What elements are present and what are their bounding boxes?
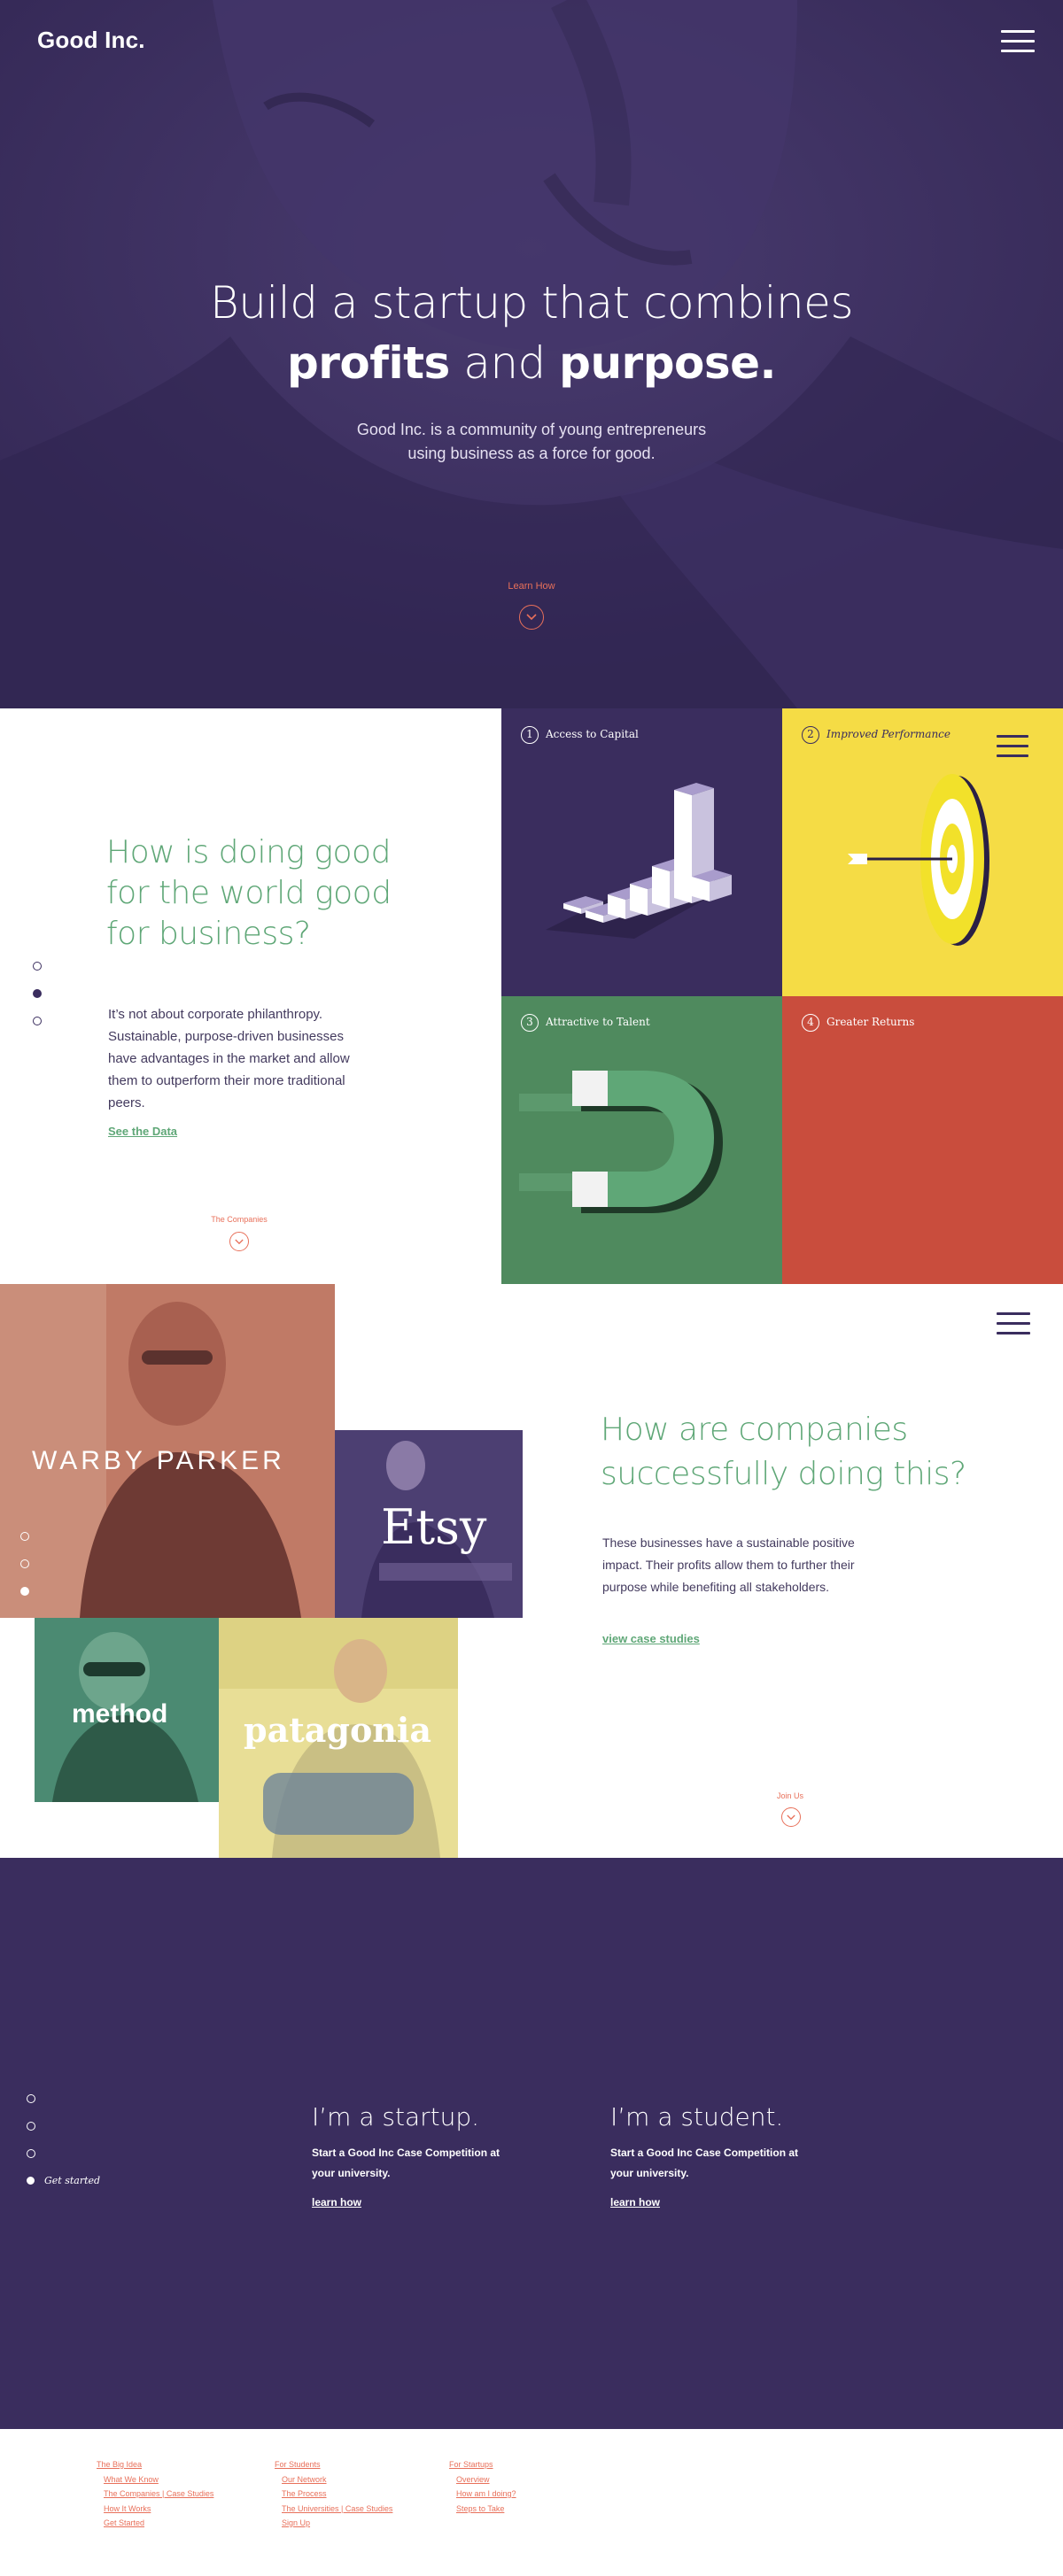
nav-dot-2[interactable] (27, 2122, 35, 2131)
hero-section: Good Inc. Build a startup that combines … (0, 0, 1063, 708)
brand-name-etsy: Etsy (381, 1499, 487, 1555)
nav-dot-1[interactable] (27, 2094, 35, 2103)
hero-subtitle-line1: Good Inc. is a community of young entrep… (356, 421, 707, 438)
startup-text: Start a Good Inc Case Competition at you… (312, 2147, 500, 2179)
logo[interactable]: Good Inc. (37, 27, 145, 54)
tile-greater-returns[interactable]: 4 Greater Returns (782, 996, 1063, 1284)
footer-link[interactable]: Overview (449, 2472, 516, 2487)
companies-title: How are companies successfully doing thi… (601, 1412, 966, 1492)
companies-body: These businesses have a sustainable posi… (602, 1536, 855, 1594)
nav-dot-1[interactable] (20, 1532, 29, 1541)
tile-title: Access to Capital (546, 728, 639, 740)
hero-title: Build a startup that combines profits an… (0, 273, 1063, 393)
hero-title-and: and (449, 337, 560, 389)
nav-dot-2[interactable] (20, 1559, 29, 1568)
tile-label: 1 Access to Capital (521, 726, 639, 744)
tile-label: 2 Improved Performance (802, 726, 950, 744)
see-the-data-link[interactable]: See the Data (108, 1125, 177, 1138)
tile-label: 3 Attractive to Talent (521, 1014, 650, 1032)
hero-title-line2: profits and purpose. (0, 333, 1063, 393)
tile-improved-performance[interactable]: 2 Improved Performance (782, 708, 1063, 996)
benefits-section: How is doing good for the world good for… (0, 708, 1063, 1284)
footer-col-startups: For Startups Overview How am I doing? St… (449, 2457, 516, 2516)
the-companies-label[interactable]: The Companies (195, 1215, 283, 1224)
footer-heading[interactable]: For Students (275, 2457, 392, 2472)
hero-subtitle-line2: using business as a force for good. (407, 445, 656, 462)
join-section: Get started I’m a startup. Start a Good … (0, 1858, 1063, 2429)
hero-title-profits: profits (286, 337, 450, 389)
join-us-label[interactable]: Join Us (746, 1791, 834, 1800)
tile-title: Attractive to Talent (546, 1016, 650, 1028)
footer-link[interactable]: Sign Up (275, 2516, 392, 2531)
target-icon (848, 774, 989, 946)
brand-name-warby-parker: WARBY PARKER (32, 1446, 285, 1475)
nav-dot-3[interactable] (20, 1587, 29, 1596)
learn-how-label[interactable]: Learn How (0, 581, 1063, 592)
brand-tile-warby-parker[interactable]: WARBY PARKER (0, 1284, 335, 1618)
nav-dot-2[interactable] (33, 989, 42, 998)
magnet-icon (519, 1071, 723, 1213)
brand-tile-etsy[interactable]: Etsy (335, 1430, 523, 1618)
brand-tile-method[interactable]: method (35, 1618, 219, 1802)
footer-link[interactable]: How It Works (97, 2502, 213, 2517)
tile-number: 1 (521, 726, 539, 744)
tile-attractive-to-talent[interactable]: 3 Attractive to Talent (501, 996, 782, 1284)
student-learn-how-link[interactable]: learn how (610, 2196, 660, 2209)
nav-dot-1[interactable] (33, 962, 42, 971)
tile-title: Greater Returns (826, 1016, 915, 1028)
tile-number: 3 (521, 1014, 539, 1032)
tile-label: 4 Greater Returns (802, 1014, 914, 1032)
brand-tile-patagonia[interactable]: patagonia (219, 1618, 458, 1858)
nav-dot-3[interactable] (33, 1017, 42, 1025)
footer-link[interactable]: The Process (275, 2487, 392, 2502)
footer-col-big-idea: The Big Idea What We Know The Companies … (97, 2457, 213, 2531)
nav-dot-4[interactable] (27, 2177, 35, 2185)
tile-title: Improved Performance (826, 728, 950, 740)
footer-heading[interactable]: The Big Idea (97, 2457, 213, 2472)
footer-heading[interactable]: For Startups (449, 2457, 516, 2472)
chevron-down-icon[interactable] (781, 1807, 801, 1827)
chevron-down-icon[interactable] (229, 1232, 249, 1251)
footer: The Big Idea What We Know The Companies … (0, 2429, 1063, 2576)
hero-title-purpose: purpose. (559, 337, 777, 389)
footer-link[interactable]: Get Started (97, 2516, 213, 2531)
footer-link[interactable]: The Universities | Case Studies (275, 2502, 392, 2517)
tile-number: 2 (802, 726, 819, 744)
hero-subtitle: Good Inc. is a community of young entrep… (0, 418, 1063, 466)
footer-col-students: For Students Our Network The Process The… (275, 2457, 392, 2531)
footer-link[interactable]: The Companies | Case Studies (97, 2487, 213, 2502)
footer-link[interactable]: How am I doing? (449, 2487, 516, 2502)
student-title: I’m a student. (610, 2102, 784, 2131)
tile-access-to-capital[interactable]: 1 Access to Capital (501, 708, 782, 996)
menu-icon[interactable] (997, 735, 1028, 758)
menu-icon[interactable] (1001, 30, 1035, 53)
brand-name-patagonia: patagonia (244, 1710, 431, 1750)
footer-link[interactable]: What We Know (97, 2472, 213, 2487)
brand-name-method: method (72, 1699, 168, 1729)
get-started-nav-label[interactable]: Get started (44, 2175, 100, 2186)
companies-section: WARBY PARKER Etsy method patagonia How a… (0, 1284, 1063, 1858)
student-text: Start a Good Inc Case Competition at you… (610, 2147, 799, 2179)
hero-title-line1: Build a startup that combines (209, 277, 854, 329)
chevron-down-icon[interactable] (519, 605, 544, 630)
footer-link[interactable]: Steps to Take (449, 2502, 516, 2517)
startup-learn-how-link[interactable]: learn how (312, 2196, 361, 2209)
startup-title: I’m a startup. (312, 2102, 480, 2131)
nav-dot-3[interactable] (27, 2149, 35, 2158)
footer-link[interactable]: Our Network (275, 2472, 392, 2487)
benefits-title: How is doing good for the world good for… (106, 834, 392, 952)
view-case-studies-link[interactable]: view case studies (602, 1632, 700, 1645)
benefits-body: It’s not about corporate philanthropy. S… (108, 1007, 350, 1110)
menu-icon[interactable] (997, 1312, 1030, 1335)
bar-steps-icon (546, 783, 732, 939)
tile-number: 4 (802, 1014, 819, 1032)
